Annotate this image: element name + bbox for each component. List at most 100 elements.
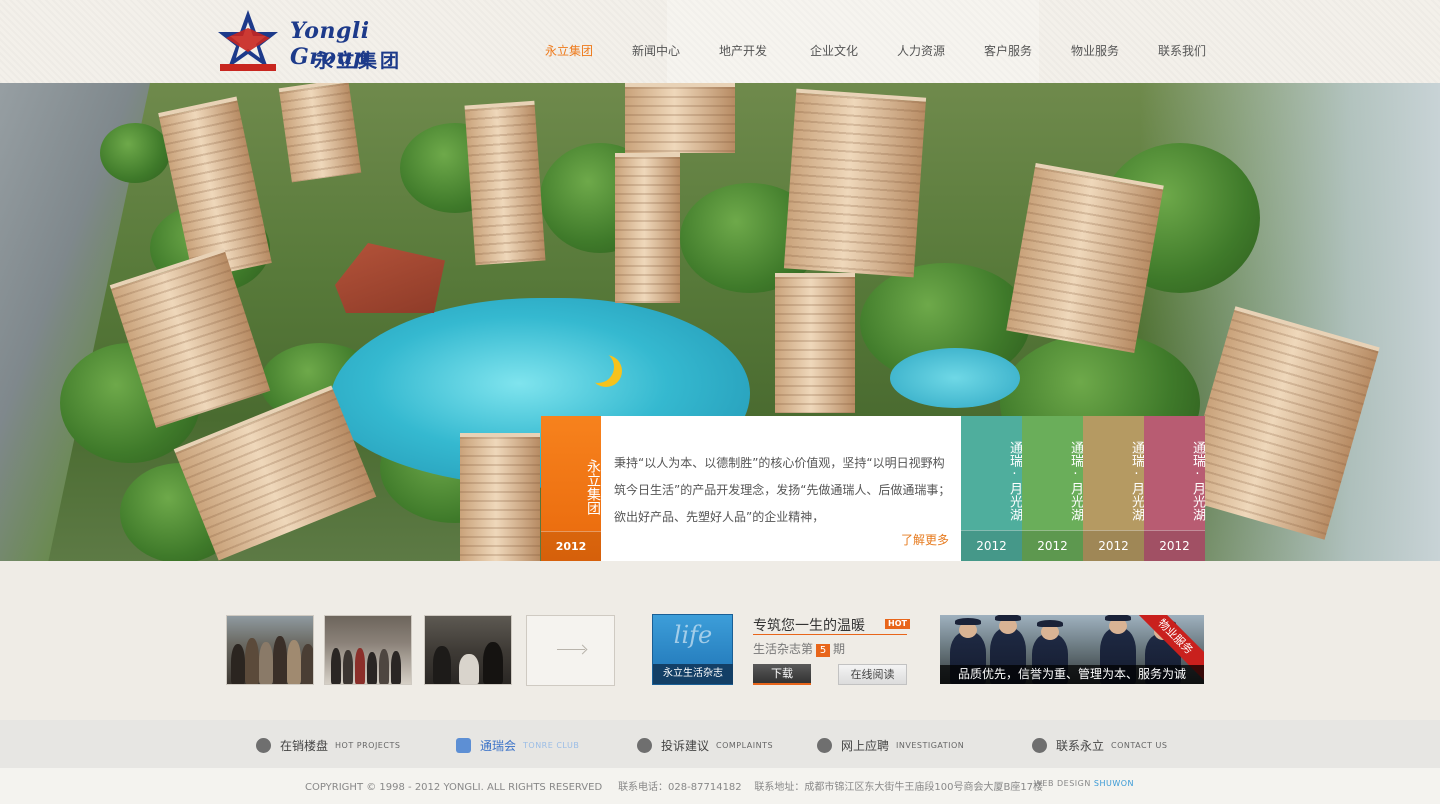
logo[interactable]: Yongli Group 永立集团: [218, 8, 438, 74]
nav-item-group[interactable]: 永立集团: [545, 42, 593, 59]
people-icon: [817, 737, 832, 753]
hero-pond: [890, 348, 1020, 408]
property-service-caption: 品质优先，信誉为重、管理为本、服务为诚: [940, 665, 1204, 684]
gallery-thumb-3[interactable]: [424, 615, 512, 685]
gallery-next-button[interactable]: [526, 615, 615, 686]
project-tab-year: 2012: [1083, 530, 1144, 561]
nav-item-customer-service[interactable]: 客户服务: [984, 42, 1032, 59]
photo-figure: [231, 644, 245, 684]
project-tab-4[interactable]: 通瑞·月光湖 2012: [1144, 416, 1205, 561]
site-footer: COPYRIGHT © 1998 - 2012 YONGLI. ALL RIGH…: [0, 768, 1440, 804]
photo-figure: [343, 650, 353, 684]
nav-item-news[interactable]: 新闻中心: [632, 42, 680, 59]
quick-link-hot-projects[interactable]: 在销楼盘 HOT PROJECTS: [256, 737, 400, 753]
photo-figure: [245, 638, 259, 684]
quick-link-contact[interactable]: 联系永立 CONTACT US: [1032, 737, 1167, 753]
quick-link-label-en: TONRE CLUB: [523, 740, 580, 750]
hero-tower: [625, 83, 735, 153]
hero-tower: [775, 273, 855, 413]
footer-designer-link[interactable]: SHUWON: [1094, 779, 1134, 788]
hero-tree: [100, 123, 170, 183]
footer-phone: 联系电话：028-87714182: [618, 782, 742, 793]
hot-badge: HOT: [885, 619, 910, 629]
quick-link-label-en: COMPLAINTS: [716, 740, 774, 750]
photo-figure: [259, 642, 273, 684]
intro-panel: 永立集团 2012 秉持“以人为本、以德制胜”的核心价值观，坚持“以明日视野构筑…: [541, 416, 1205, 561]
quick-link-label-en: CONTACT US: [1111, 740, 1168, 750]
quick-link-label-en: INVESTIGATION: [896, 740, 965, 750]
intro-content: 秉持“以人为本、以德制胜”的核心价值观，坚持“以明日视野构筑今日生活”的产品开发…: [601, 416, 961, 561]
building-icon: [256, 737, 271, 753]
quick-link-label-en: HOT PROJECTS: [335, 740, 401, 750]
photo-figure: [433, 646, 451, 684]
arrow-right-icon: [1032, 737, 1047, 753]
magazine-divider: [753, 634, 907, 635]
nav-item-property-service[interactable]: 物业服务: [1071, 42, 1119, 59]
magazine-issue-suffix: 期: [833, 642, 846, 656]
quick-links-bar: 在销楼盘 HOT PROJECTS 通瑞会 TONRE CLUB 投诉建议 CO…: [0, 720, 1440, 768]
quick-link-label-cn: 在销楼盘: [280, 738, 329, 753]
property-service-banner[interactable]: 物业服务 品质优先，信誉为重、管理为本、服务为诚: [940, 615, 1204, 684]
site-header: Yongli Group 永立集团 永立集团 新闻中心 地产开发 企业文化 人力…: [0, 0, 1440, 83]
project-tab-3[interactable]: 通瑞·月光湖 2012: [1083, 416, 1144, 561]
project-tab-year: 2012: [961, 530, 1022, 561]
download-button[interactable]: 下载: [753, 664, 811, 685]
photo-figure: [459, 654, 479, 684]
magazine-issue-number: 5: [816, 644, 831, 657]
nav-item-contact[interactable]: 联系我们: [1158, 42, 1206, 59]
pen-icon: [637, 737, 652, 753]
project-tab-1[interactable]: 通瑞·月光湖 2012: [961, 416, 1022, 561]
nav-item-real-estate[interactable]: 地产开发: [719, 42, 767, 59]
quick-link-jobs[interactable]: 网上应聘 INVESTIGATION: [817, 737, 964, 753]
gallery-thumb-2[interactable]: [324, 615, 412, 685]
intro-year: 2012: [541, 531, 601, 561]
moon-icon: [582, 351, 614, 383]
magazine-cover-label: 永立生活杂志: [653, 664, 733, 684]
project-tab-title: 通瑞·月光湖: [1190, 441, 1205, 521]
project-tab-2[interactable]: 通瑞·月光湖 2012: [1022, 416, 1083, 561]
gallery-thumb-1[interactable]: [226, 615, 314, 685]
footer-address: 联系地址：成都市锦江区东大街牛王庙段100号商会大厦B座17楼: [754, 782, 1044, 793]
learn-more-link[interactable]: 了解更多: [901, 531, 949, 548]
logo-text-cn: 永立集团: [314, 50, 403, 72]
photo-figure: [287, 640, 301, 684]
project-tab-year: 2012: [1022, 530, 1083, 561]
quick-link-label-cn: 联系永立: [1056, 738, 1105, 753]
read-online-button[interactable]: 在线阅读: [838, 664, 907, 685]
footer-design-label: WEB DESIGN: [1034, 779, 1091, 788]
footer-copyright: COPYRIGHT © 1998 - 2012 YONGLI. ALL RIGH…: [305, 782, 603, 793]
photo-figure: [367, 652, 377, 684]
magazine-cover-word: life: [673, 621, 713, 649]
hero-tower: [460, 433, 540, 561]
hero-tower: [615, 153, 680, 303]
nav-item-culture[interactable]: 企业文化: [810, 42, 858, 59]
photo-figure: [301, 644, 313, 684]
hero-tower: [278, 83, 362, 183]
photo-figure: [331, 648, 341, 684]
magazine-issue: 生活杂志第 5 期: [753, 640, 845, 657]
photo-figure: [391, 651, 401, 684]
magazine-issue-prefix: 生活杂志第: [753, 642, 814, 656]
photo-figure: [379, 649, 389, 684]
nav-item-hr[interactable]: 人力资源: [897, 42, 945, 59]
project-tab-title: 通瑞·月光湖: [1068, 441, 1083, 521]
photo-figure: [483, 642, 503, 684]
project-tab-year: 2012: [1144, 530, 1205, 561]
quick-link-label-cn: 投诉建议: [661, 738, 710, 753]
magazine-title: 专筑您一生的温暖: [753, 618, 865, 634]
quick-link-label-cn: 网上应聘: [841, 738, 890, 753]
star-logo-icon: [218, 10, 278, 71]
project-tab-title: 通瑞·月光湖: [1007, 441, 1022, 521]
quick-link-complaints[interactable]: 投诉建议 COMPLAINTS: [637, 737, 773, 753]
intro-label-block: 永立集团 2012: [541, 416, 601, 561]
magazine-cover[interactable]: life 永立生活杂志: [652, 614, 733, 685]
club-icon: [456, 737, 471, 753]
photo-figure: [273, 636, 287, 684]
arrow-right-icon: [557, 649, 585, 650]
photo-figure: [355, 648, 365, 684]
project-tab-title: 通瑞·月光湖: [1129, 441, 1144, 521]
quick-link-club[interactable]: 通瑞会 TONRE CLUB: [456, 737, 579, 753]
hero-tower: [783, 88, 927, 278]
intro-title: 永立集团: [585, 459, 601, 515]
footer-design-credit: WEB DESIGN SHUWON: [1034, 779, 1134, 788]
